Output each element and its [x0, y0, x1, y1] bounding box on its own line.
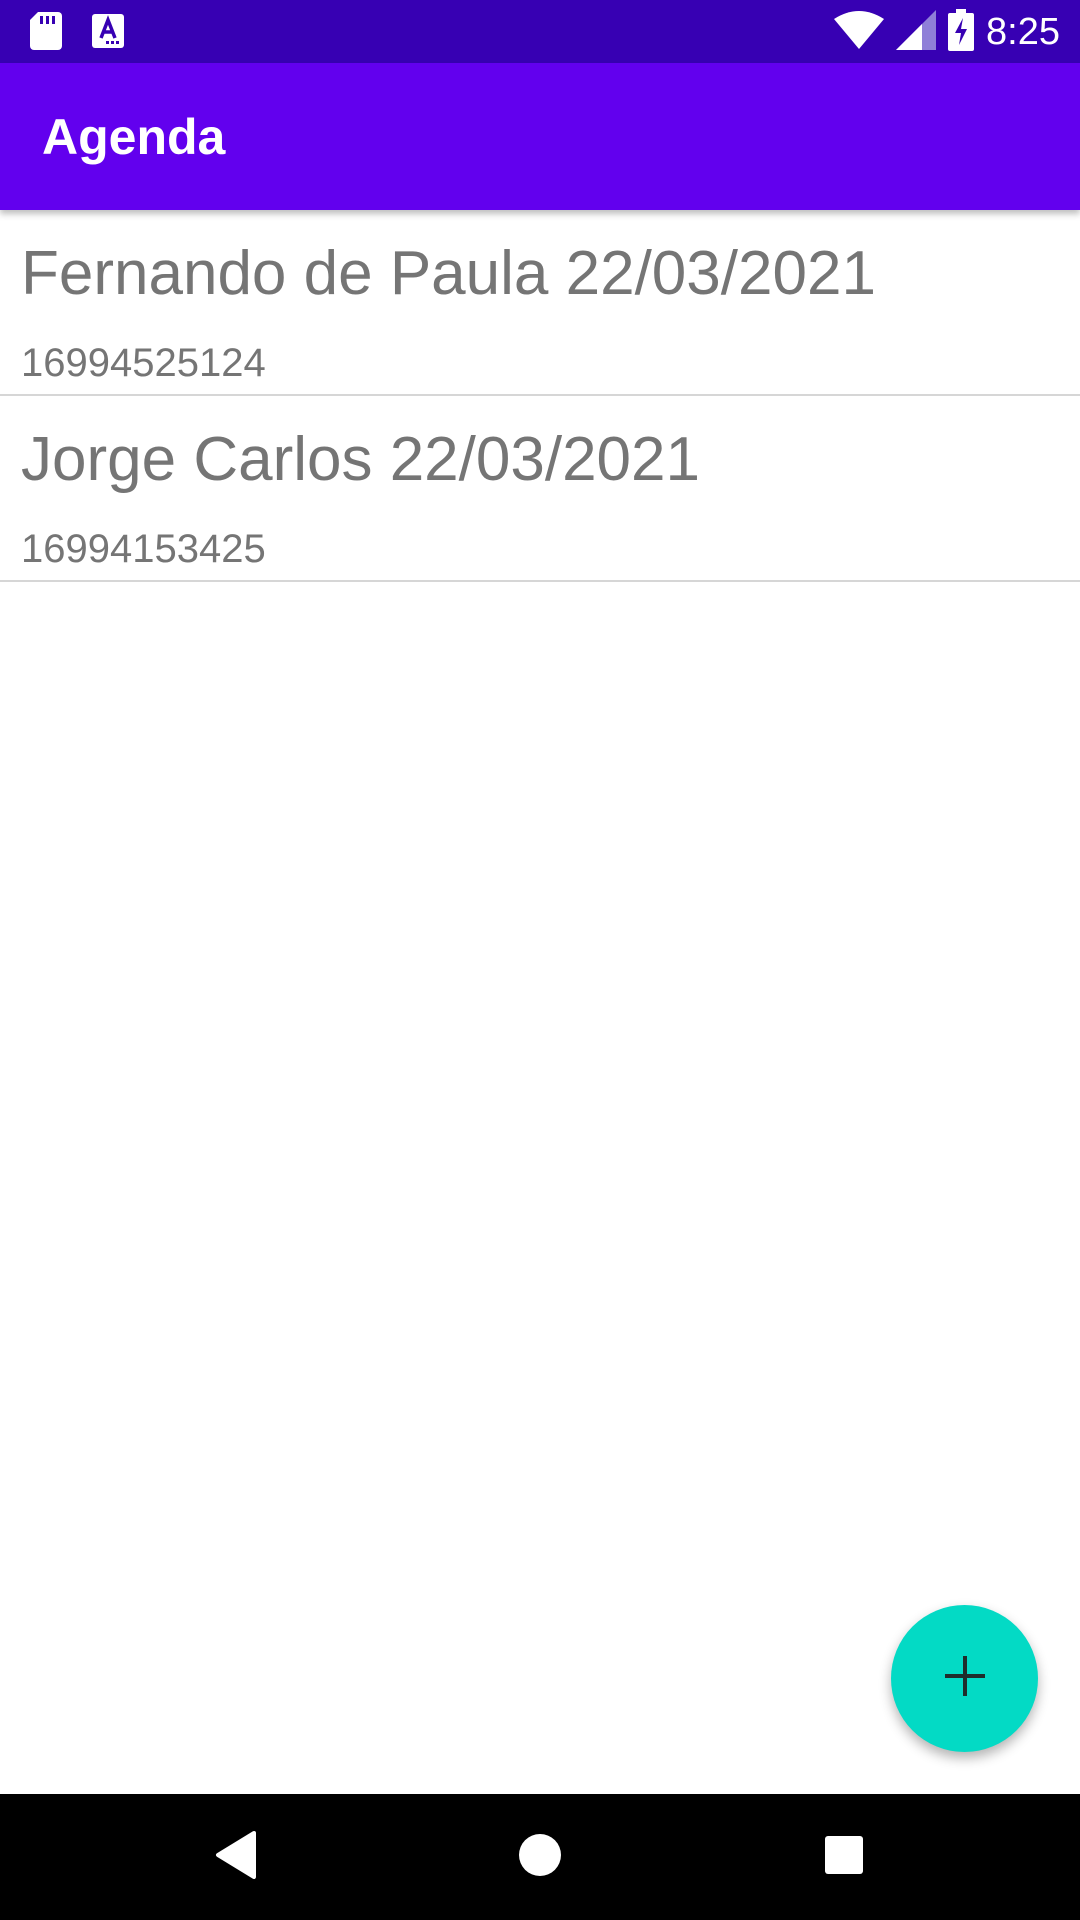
sd-card-icon — [30, 12, 62, 55]
contact-list-item[interactable]: Fernando de Paula 22/03/2021 16994525124 — [0, 210, 1080, 396]
contact-phone: 16994153425 — [21, 527, 266, 571]
screen: 8:25 Agenda Fernando de Paula 22/03/2021… — [0, 0, 1080, 1920]
plus-icon — [943, 1654, 987, 1703]
status-right-icons: 8:25 — [834, 8, 1060, 56]
app-bar: Agenda — [0, 63, 1080, 210]
contact-name: Jorge Carlos 22/03/2021 — [21, 425, 701, 494]
battery-charging-icon — [948, 8, 975, 56]
cell-signal-icon — [896, 9, 937, 55]
back-button[interactable] — [206, 1827, 266, 1887]
app-title: Agenda — [42, 109, 226, 165]
recents-icon — [824, 1835, 864, 1880]
add-contact-fab[interactable] — [891, 1605, 1038, 1752]
status-bar: 8:25 — [0, 0, 1080, 63]
home-icon — [518, 1833, 562, 1882]
text-notification-icon — [92, 14, 124, 53]
back-icon — [214, 1830, 258, 1884]
navigation-bar — [0, 1794, 1080, 1920]
contact-list: Fernando de Paula 22/03/2021 16994525124… — [0, 210, 1080, 582]
home-button[interactable] — [510, 1827, 570, 1887]
wifi-icon — [834, 10, 885, 54]
status-left-icons — [30, 12, 124, 55]
contact-name: Fernando de Paula 22/03/2021 — [21, 239, 876, 308]
recents-button[interactable] — [814, 1827, 874, 1887]
contact-list-item[interactable]: Jorge Carlos 22/03/2021 16994153425 — [0, 396, 1080, 582]
status-time: 8:25 — [986, 11, 1060, 53]
contact-phone: 16994525124 — [21, 341, 266, 385]
